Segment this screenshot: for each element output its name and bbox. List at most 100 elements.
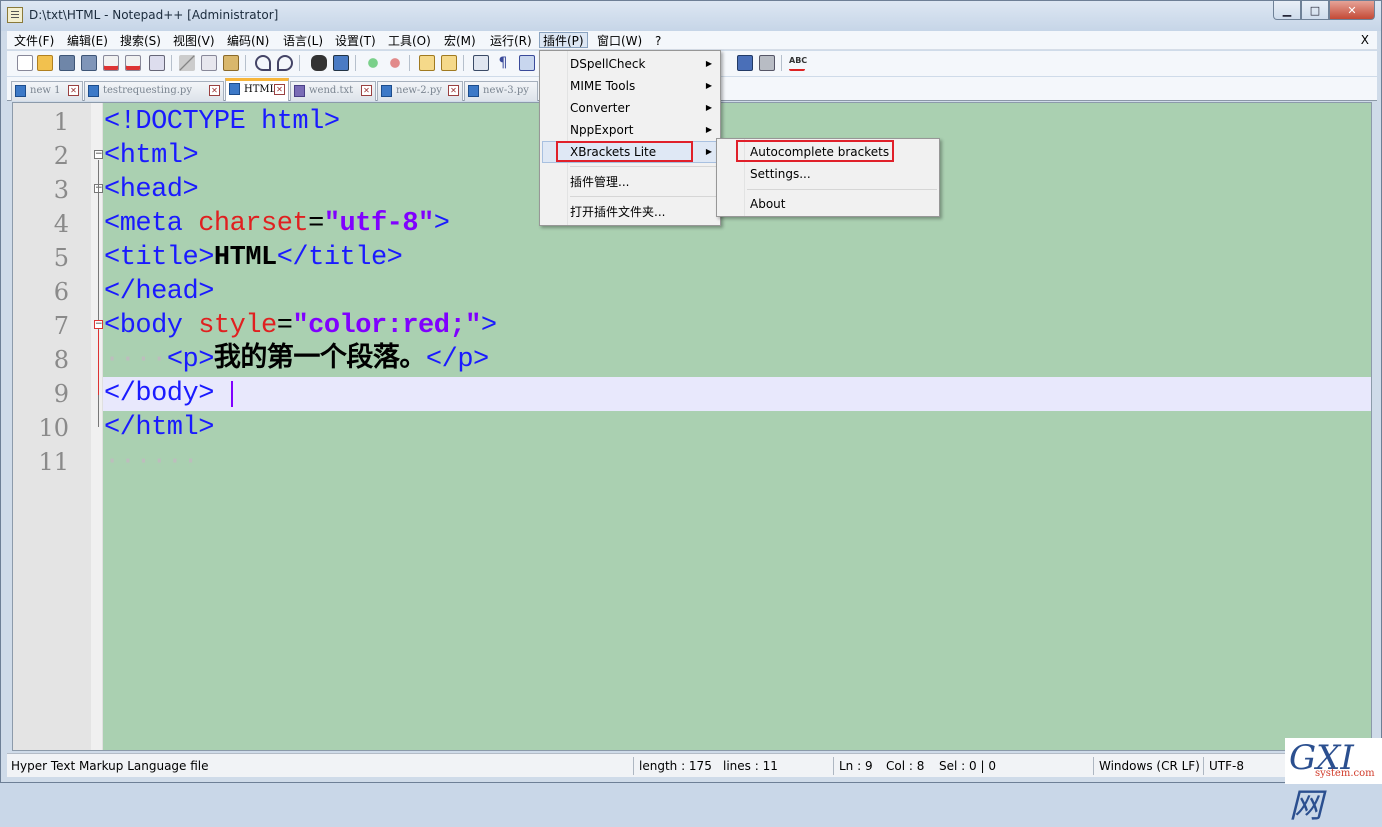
- undo-icon[interactable]: [255, 55, 271, 71]
- tab-html[interactable]: HTML ✕: [225, 78, 289, 101]
- toolbar-separator: [409, 55, 410, 71]
- tab-close-icon[interactable]: ✕: [209, 85, 220, 96]
- spell-check-icon[interactable]: ABC: [789, 55, 807, 71]
- close-document-button[interactable]: X: [1361, 33, 1369, 47]
- menu-window[interactable]: 窗口(W): [594, 33, 645, 49]
- sync-vertical-icon[interactable]: [419, 55, 435, 71]
- close-window-button[interactable]: ✕: [1329, 1, 1375, 20]
- copy-icon[interactable]: [201, 55, 217, 71]
- toolbar-separator: [245, 55, 246, 71]
- close-all-icon[interactable]: [125, 55, 141, 71]
- submenu-about[interactable]: About: [750, 193, 785, 215]
- close-icon: ✕: [1347, 3, 1357, 17]
- code-token-tag: >: [433, 209, 450, 239]
- line-number: 6: [53, 278, 69, 306]
- menu-tools[interactable]: 工具(O): [385, 33, 434, 49]
- code-line[interactable]: <html>: [104, 139, 199, 173]
- tab-new-3-py[interactable]: new-3.py: [464, 81, 538, 101]
- plugins-item-dspellcheck[interactable]: DSpellCheck: [570, 53, 645, 75]
- tab-close-icon[interactable]: ✕: [361, 85, 372, 96]
- tab-new-2-py[interactable]: new-2.py ✕: [377, 81, 463, 101]
- tab-new-1[interactable]: new 1 ✕: [11, 81, 83, 101]
- minimize-icon: ▁: [1282, 3, 1292, 17]
- menu-plugins[interactable]: 插件(P): [539, 32, 588, 48]
- menu-icon-column: [540, 51, 568, 225]
- submenu-settings[interactable]: Settings...: [750, 163, 811, 185]
- close-file-icon[interactable]: [103, 55, 119, 71]
- minimize-button[interactable]: ▁: [1273, 1, 1301, 20]
- menu-run[interactable]: 运行(R): [487, 33, 535, 49]
- zoom-in-icon[interactable]: [365, 55, 381, 71]
- code-token-val: "utf-8": [323, 209, 434, 239]
- menu-help[interactable]: ?: [652, 33, 664, 49]
- tab-wend-txt[interactable]: wend.txt ✕: [290, 81, 376, 101]
- playback-macro-icon[interactable]: [737, 55, 753, 71]
- status-separator: [833, 757, 834, 775]
- code-token-tag: </head>: [104, 277, 214, 307]
- code-line[interactable]: <meta charset="utf-8">: [104, 207, 450, 241]
- paste-icon[interactable]: [223, 55, 239, 71]
- tab-close-icon[interactable]: ✕: [448, 85, 459, 96]
- fold-margin[interactable]: [91, 103, 103, 750]
- status-separator: [1093, 757, 1094, 775]
- menu-search[interactable]: 搜索(S): [117, 33, 164, 49]
- annotation-highlight-box: [556, 141, 693, 162]
- code-line[interactable]: <body style="color:red;">: [104, 309, 497, 343]
- line-number: 3: [53, 176, 69, 204]
- tab-close-icon[interactable]: ✕: [274, 84, 285, 95]
- menu-macro[interactable]: 宏(M): [441, 33, 479, 49]
- open-folder-icon[interactable]: [37, 55, 53, 71]
- file-icon: [88, 85, 99, 97]
- plugins-item-converter[interactable]: Converter: [570, 97, 630, 119]
- code-line[interactable]: ······: [104, 445, 199, 479]
- status-eol-format[interactable]: Windows (CR LF): [1099, 759, 1200, 773]
- maximize-button[interactable]: □: [1301, 1, 1329, 20]
- window-controls: ▁ □ ✕: [1273, 1, 1375, 21]
- print-icon[interactable]: [149, 55, 165, 71]
- tab-label: new 1: [30, 85, 61, 96]
- replace-icon[interactable]: [333, 55, 349, 71]
- plugins-item-mime-tools[interactable]: MIME Tools: [570, 75, 635, 97]
- menu-view[interactable]: 视图(V): [170, 33, 218, 49]
- code-line[interactable]: </html>: [104, 411, 214, 445]
- fold-guide: [98, 330, 99, 395]
- tab-close-icon[interactable]: ✕: [68, 85, 79, 96]
- code-line[interactable]: <head>: [104, 173, 199, 207]
- indent-guide-icon[interactable]: [519, 55, 535, 71]
- code-token-tag: </body>: [104, 379, 214, 409]
- plugins-item-open-plugins-folder[interactable]: 打开插件文件夹...: [570, 201, 665, 223]
- find-icon[interactable]: [311, 55, 327, 71]
- fold-toggle-icon[interactable]: −: [94, 320, 103, 329]
- code-line[interactable]: ····<p>我的第一个段落。</p>: [104, 343, 489, 377]
- plugins-item-nppexport[interactable]: NppExport: [570, 119, 634, 141]
- menu-language[interactable]: 语言(L): [280, 33, 326, 49]
- plugins-item-plugin-manager[interactable]: 插件管理...: [570, 171, 629, 193]
- toolbar-separator: [463, 55, 464, 71]
- file-icon: [15, 85, 26, 97]
- save-macro-icon[interactable]: [759, 55, 775, 71]
- menu-encoding[interactable]: 编码(N): [224, 33, 272, 49]
- code-token-tag: <head>: [104, 175, 199, 205]
- code-line[interactable]: </head>: [104, 275, 214, 309]
- code-line[interactable]: </body>: [104, 377, 214, 411]
- save-icon[interactable]: [59, 55, 75, 71]
- status-separator: [1203, 757, 1204, 775]
- cut-icon[interactable]: [179, 55, 195, 71]
- menu-file[interactable]: 文件(F): [11, 33, 57, 49]
- menu-edit[interactable]: 编辑(E): [64, 33, 111, 49]
- menu-settings[interactable]: 设置(T): [332, 33, 379, 49]
- fold-toggle-icon[interactable]: −: [94, 150, 103, 159]
- code-line[interactable]: <!DOCTYPE html>: [104, 105, 340, 139]
- tab-testrequesting-py[interactable]: testrequesting.py ✕: [84, 81, 224, 101]
- zoom-out-icon[interactable]: [387, 55, 403, 71]
- new-file-icon[interactable]: [17, 55, 33, 71]
- save-all-icon[interactable]: [81, 55, 97, 71]
- sync-horizontal-icon[interactable]: [441, 55, 457, 71]
- code-token-tag: <title>: [104, 243, 214, 273]
- status-encoding[interactable]: UTF-8: [1209, 759, 1244, 773]
- word-wrap-icon[interactable]: [473, 55, 489, 71]
- redo-icon[interactable]: [277, 55, 293, 71]
- tab-label: testrequesting.py: [103, 85, 192, 96]
- code-line[interactable]: <title>HTML</title>: [104, 241, 403, 275]
- show-all-characters-icon[interactable]: ¶: [495, 55, 511, 71]
